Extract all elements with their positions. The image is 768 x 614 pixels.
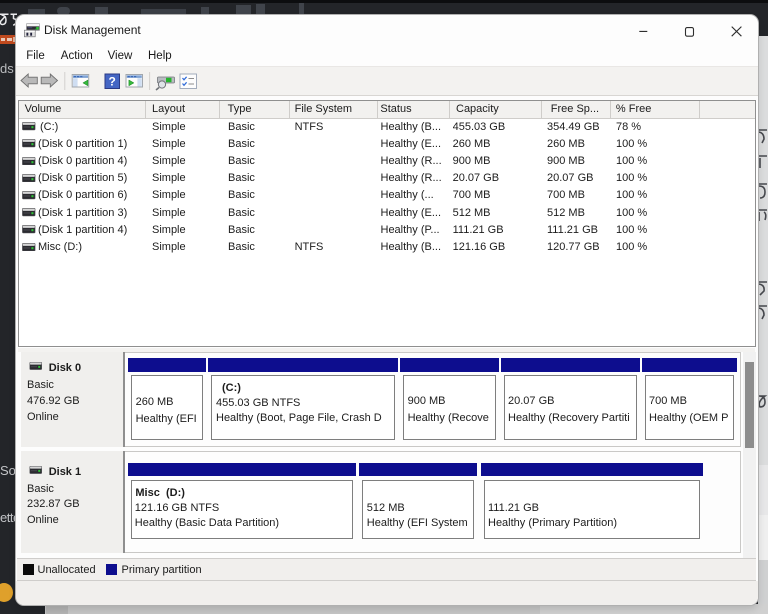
svg-text:?: ?: [109, 74, 116, 88]
